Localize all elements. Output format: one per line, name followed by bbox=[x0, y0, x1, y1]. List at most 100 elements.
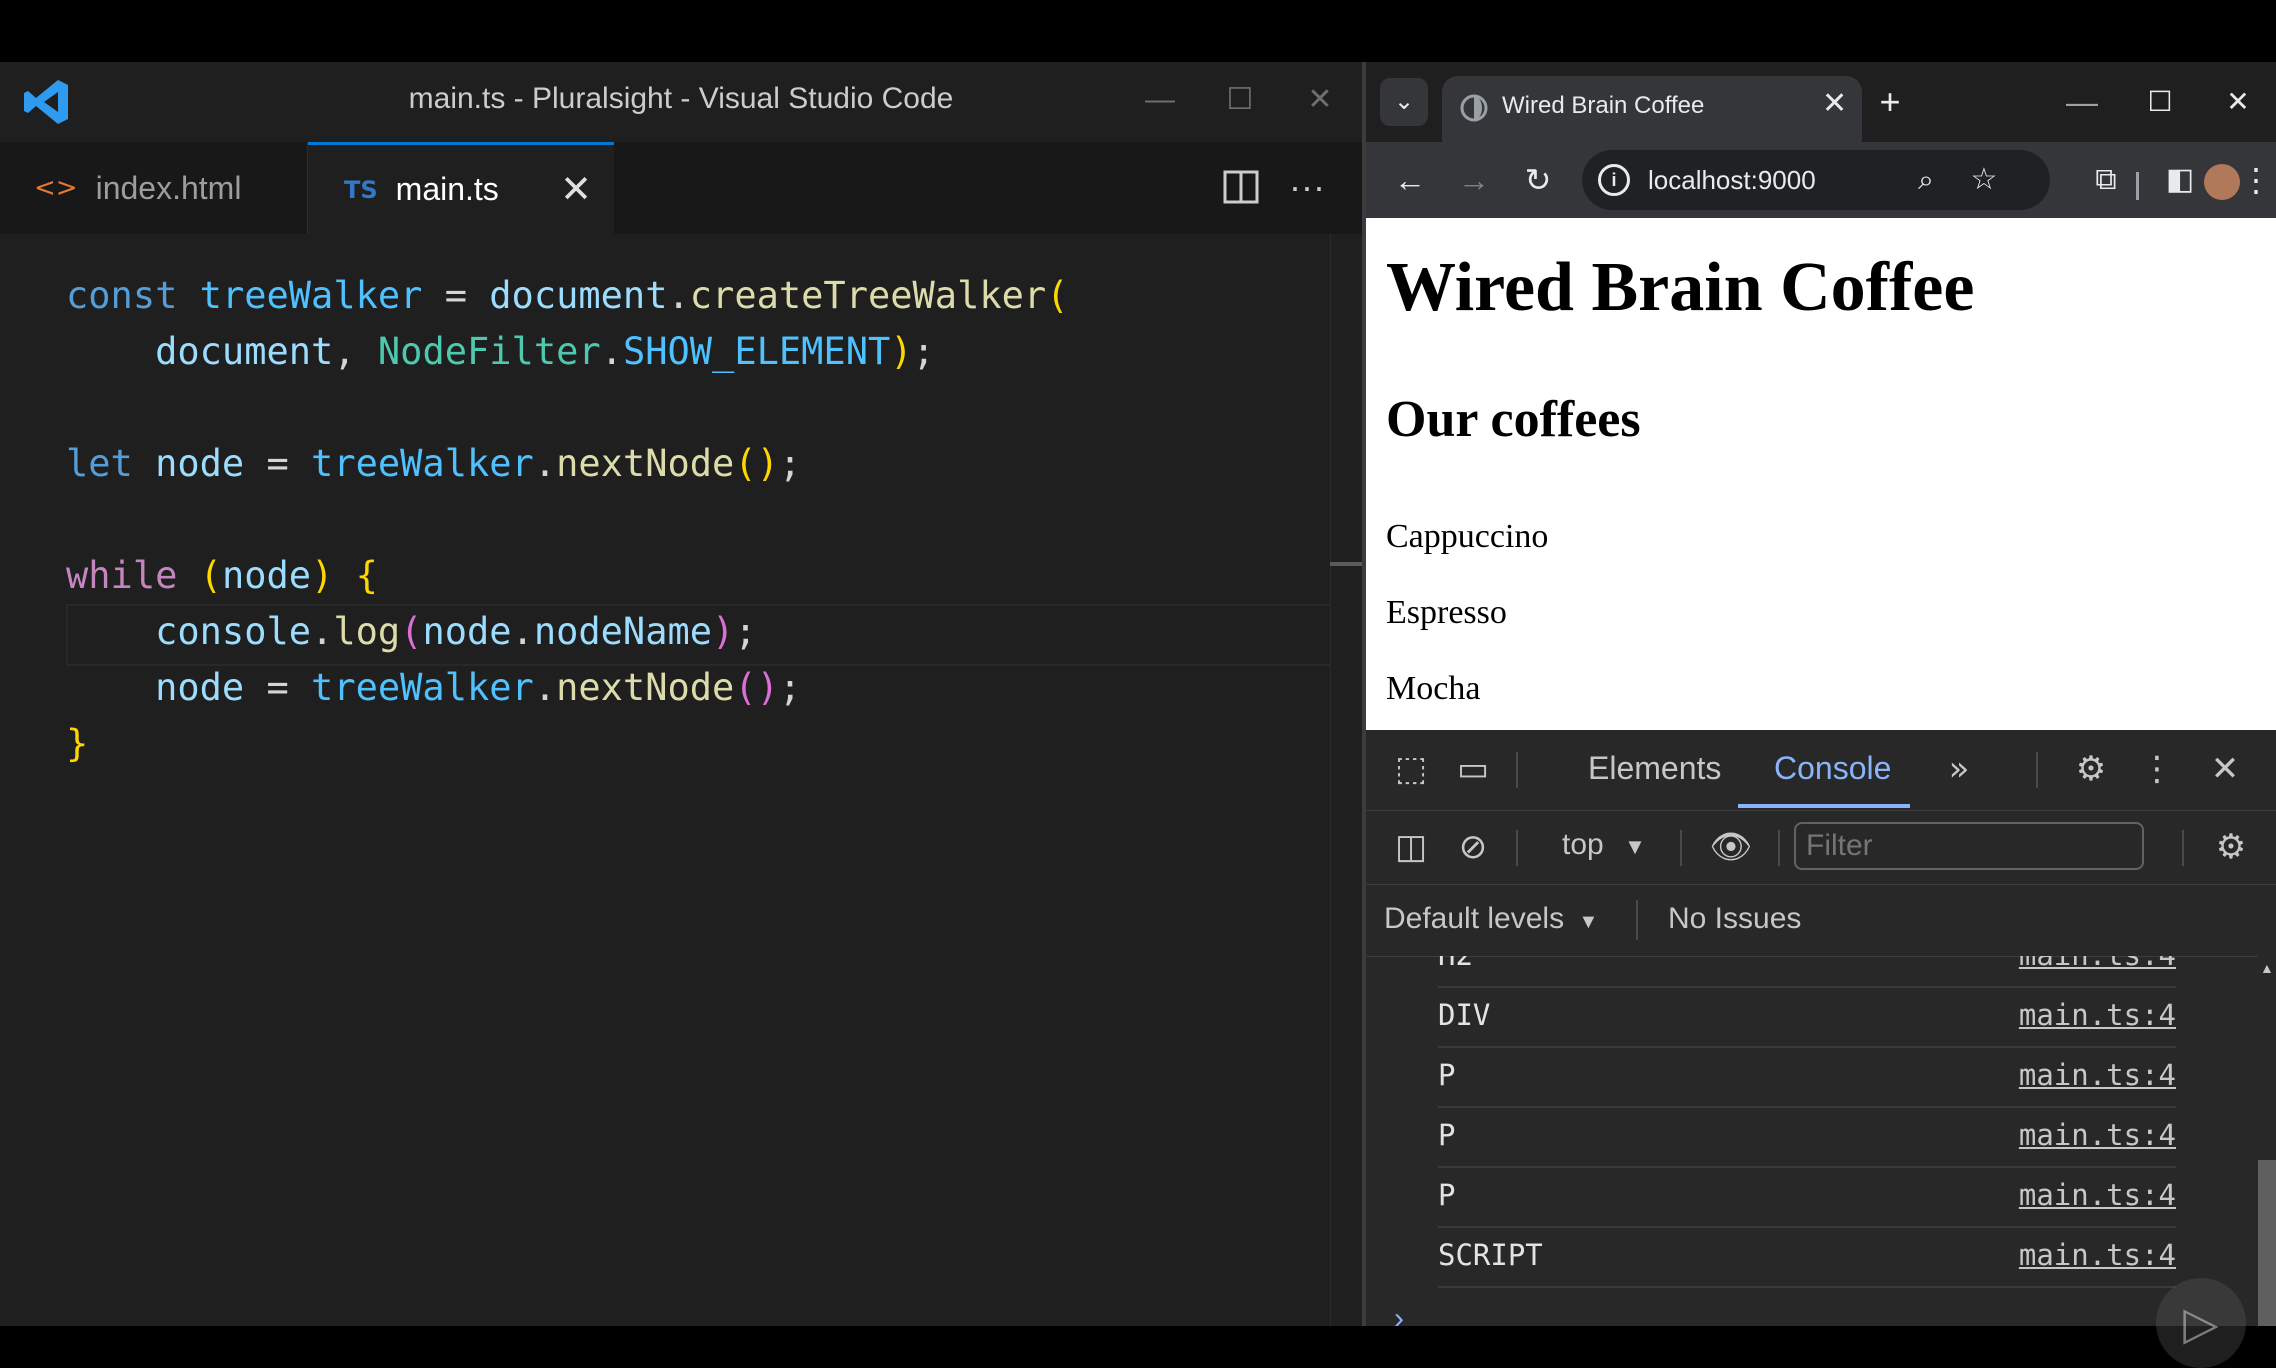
address-bar[interactable]: i localhost:9000 ⌕ ☆ bbox=[1582, 150, 2050, 210]
side-panel-icon[interactable]: ◧ bbox=[2156, 156, 2204, 204]
message-text: H2 bbox=[1438, 956, 1473, 972]
close-devtools-icon[interactable]: ✕ bbox=[2200, 744, 2250, 794]
console-message: SCRIPT main.ts:4 bbox=[1438, 1228, 2176, 1288]
console-message: P main.ts:4 bbox=[1438, 1048, 2176, 1108]
live-expression-eye-icon[interactable]: 👁 bbox=[1706, 822, 1756, 872]
console-prompt[interactable]: › bbox=[1394, 1302, 1404, 1336]
profile-avatar[interactable] bbox=[2204, 164, 2240, 200]
devtools-tab-bar: ⬚ ▭ Elements Console » ⚙ ⋮ ✕ bbox=[1366, 730, 2276, 811]
context-selector[interactable]: top ▼ bbox=[1562, 828, 1646, 862]
tab-main-ts[interactable]: TS main.ts ✕ bbox=[308, 142, 614, 234]
chrome-toolbar: ← → ↻ i localhost:9000 ⌕ ☆ ⧉ ◧ ⋮ bbox=[1366, 142, 2276, 218]
divider bbox=[1636, 900, 1638, 940]
play-icon: ▷ bbox=[2156, 1278, 2246, 1368]
code-line-2: document, NodeFilter.SHOW_ELEMENT); bbox=[155, 330, 935, 373]
coffee-item: Cappuccino bbox=[1386, 518, 1549, 555]
message-text: DIV bbox=[1438, 998, 1491, 1032]
more-actions-icon[interactable]: ··· bbox=[1282, 162, 1332, 212]
code-line-1: const treeWalker = document.createTreeWa… bbox=[66, 274, 1069, 317]
console-messages[interactable]: H2 main.ts:4 DIV main.ts:4 P main.ts:4 P… bbox=[1366, 956, 2276, 1326]
chrome-menu-icon[interactable]: ⋮ bbox=[2240, 156, 2272, 204]
editor-tab-bar: <> index.html TS main.ts ✕ ··· bbox=[0, 142, 1362, 235]
code-line-7: console.log(node.nodeName); bbox=[155, 610, 757, 653]
code-editor[interactable]: const treeWalker = document.createTreeWa… bbox=[0, 234, 1360, 1326]
console-levels-bar: Default levels ▼ No Issues bbox=[1366, 884, 2276, 957]
inspect-element-icon[interactable]: ⬚ bbox=[1386, 744, 1436, 794]
settings-gear-icon[interactable]: ⚙ bbox=[2066, 744, 2116, 794]
code-line-4: let node = treeWalker.nextNode(); bbox=[66, 442, 802, 485]
clear-console-icon[interactable]: ⊘ bbox=[1448, 822, 1498, 872]
forward-icon[interactable]: → bbox=[1450, 156, 1498, 204]
maximize-icon[interactable]: ☐ bbox=[2136, 78, 2184, 126]
console-settings-gear-icon[interactable]: ⚙ bbox=[2206, 822, 2256, 872]
message-source-link[interactable]: main.ts:4 bbox=[2019, 1178, 2176, 1212]
console-message: DIV main.ts:4 bbox=[1438, 988, 2176, 1048]
reload-icon[interactable]: ↻ bbox=[1514, 156, 1562, 204]
minimize-icon[interactable]: — bbox=[1140, 80, 1180, 120]
tab-index-html[interactable]: <> index.html bbox=[0, 142, 308, 234]
browser-tab[interactable]: Wired Brain Coffee ✕ bbox=[1442, 76, 1862, 142]
toolbar-divider bbox=[2136, 172, 2139, 200]
divider bbox=[1680, 830, 1682, 866]
console-message: P main.ts:4 bbox=[1438, 1108, 2176, 1168]
zoom-icon[interactable]: ⌕ bbox=[1902, 156, 1950, 204]
vscode-window: main.ts - Pluralsight - Visual Studio Co… bbox=[0, 62, 1363, 1326]
message-source-link[interactable]: main.ts:4 bbox=[2019, 1058, 2176, 1092]
context-label: top bbox=[1562, 828, 1604, 861]
html-icon: <> bbox=[34, 173, 78, 203]
devtools-menu-icon[interactable]: ⋮ bbox=[2132, 744, 2182, 794]
tab-search-chevron-icon[interactable]: ⌄ bbox=[1380, 78, 1428, 126]
bookmark-star-icon[interactable]: ☆ bbox=[1960, 156, 2008, 204]
scrollbar-marker bbox=[1330, 562, 1362, 566]
back-icon[interactable]: ← bbox=[1386, 156, 1434, 204]
close-tab-icon[interactable]: ✕ bbox=[1822, 86, 1847, 121]
typescript-icon: TS bbox=[344, 175, 378, 204]
console-filter-input[interactable] bbox=[1794, 822, 2144, 870]
coffee-item: Espresso bbox=[1386, 594, 1507, 631]
log-levels-dropdown[interactable]: Default levels ▼ bbox=[1384, 902, 1598, 936]
close-window-icon[interactable]: ✕ bbox=[1300, 80, 1340, 120]
minimize-icon[interactable]: — bbox=[2058, 78, 2106, 126]
more-tabs-icon[interactable]: » bbox=[1934, 744, 1984, 794]
tab-elements[interactable]: Elements bbox=[1588, 750, 1721, 787]
console-toolbar: ◫ ⊘ top ▼ 👁 ⚙ bbox=[1366, 810, 2276, 885]
sidebar-toggle-icon[interactable]: ◫ bbox=[1386, 822, 1436, 872]
issues-counter[interactable]: No Issues bbox=[1668, 902, 1801, 936]
chrome-tab-strip: ⌄ Wired Brain Coffee ✕ + — ☐ ✕ bbox=[1366, 62, 2276, 142]
web-page: Wired Brain Coffee Our coffees Cappuccin… bbox=[1366, 218, 2276, 730]
section-heading: Our coffees bbox=[1386, 391, 1641, 448]
divider bbox=[2182, 830, 2184, 866]
close-tab-icon[interactable]: ✕ bbox=[560, 167, 592, 212]
tab-title: Wired Brain Coffee bbox=[1502, 92, 1705, 119]
message-source-link[interactable]: main.ts:4 bbox=[2019, 1118, 2176, 1152]
dropdown-arrow-icon: ▼ bbox=[1578, 911, 1599, 933]
console-scroll-thumb[interactable] bbox=[2258, 1160, 2276, 1326]
extensions-icon[interactable]: ⧉ bbox=[2082, 156, 2130, 204]
split-editor-icon[interactable] bbox=[1216, 162, 1266, 212]
site-info-icon[interactable]: i bbox=[1598, 164, 1630, 196]
console-message: H2 main.ts:4 bbox=[1438, 956, 2176, 988]
levels-label: Default levels bbox=[1384, 902, 1565, 935]
device-toolbar-icon[interactable]: ▭ bbox=[1448, 744, 1498, 794]
message-text: P bbox=[1438, 1178, 1456, 1212]
message-text: P bbox=[1438, 1058, 1456, 1092]
message-source-link[interactable]: main.ts:4 bbox=[2019, 1238, 2176, 1272]
divider bbox=[1516, 830, 1518, 866]
maximize-icon[interactable]: ☐ bbox=[1220, 80, 1260, 120]
tab-label: index.html bbox=[95, 169, 242, 206]
divider bbox=[1516, 752, 1518, 788]
page-heading: Wired Brain Coffee bbox=[1386, 249, 1975, 326]
active-tab-indicator bbox=[1738, 804, 1910, 808]
close-window-icon[interactable]: ✕ bbox=[2214, 78, 2262, 126]
new-tab-icon[interactable]: + bbox=[1866, 78, 1914, 126]
dropdown-arrow-icon: ▼ bbox=[1624, 834, 1646, 859]
vscode-titlebar: main.ts - Pluralsight - Visual Studio Co… bbox=[0, 62, 1362, 143]
editor-scrollbar[interactable] bbox=[1330, 234, 1363, 1326]
scroll-up-arrow-icon[interactable]: ▲ bbox=[2260, 960, 2274, 976]
coffee-item: Mocha bbox=[1386, 670, 1481, 707]
message-source-link[interactable]: main.ts:4 bbox=[2019, 998, 2176, 1032]
message-source-link[interactable]: main.ts:4 bbox=[2019, 956, 2176, 972]
code-line-8: node = treeWalker.nextNode(); bbox=[155, 666, 802, 709]
tab-console[interactable]: Console bbox=[1774, 750, 1891, 787]
tab-label: main.ts bbox=[395, 171, 499, 207]
